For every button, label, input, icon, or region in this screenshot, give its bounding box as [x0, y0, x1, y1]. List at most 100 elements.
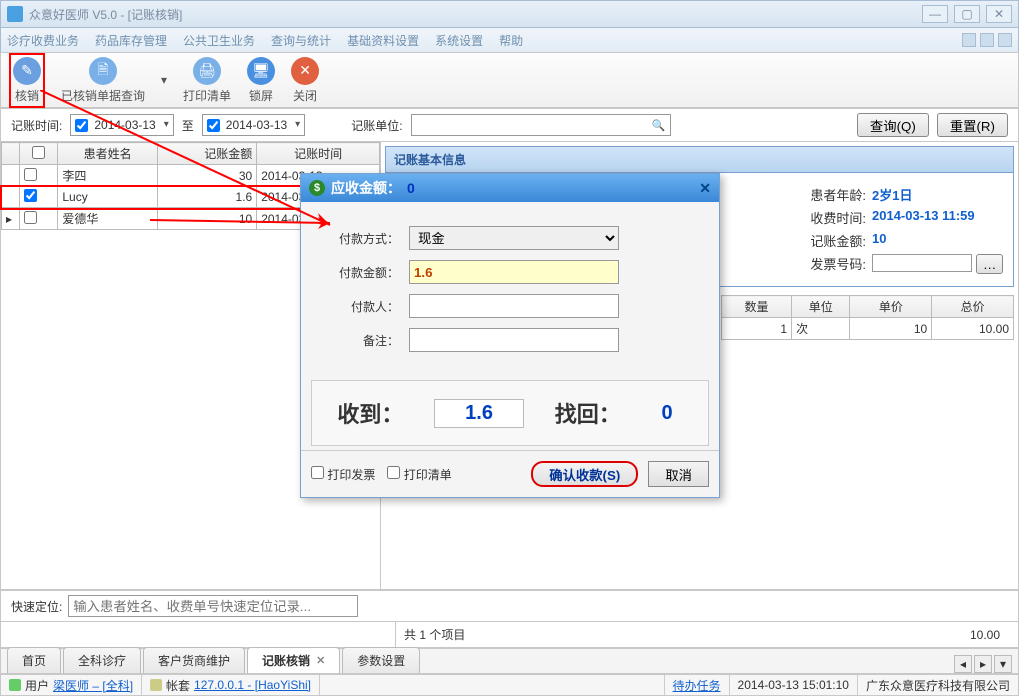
- menu-query[interactable]: 查询与统计: [271, 32, 331, 49]
- tab-next-icon[interactable]: ▸: [974, 655, 992, 673]
- tab-params[interactable]: 参数设置: [342, 647, 420, 673]
- lock-button[interactable]: 🖥 锁屏: [247, 57, 275, 104]
- pay-method-label: 付款方式：: [319, 230, 399, 247]
- date-to-input[interactable]: 2014-03-13: [202, 114, 305, 136]
- verified-query-label: 已核销单据查询: [61, 87, 145, 104]
- minimize-button[interactable]: —: [922, 5, 948, 23]
- invoice-more-button[interactable]: …: [976, 254, 1003, 274]
- mdi-max-icon[interactable]: [980, 33, 994, 47]
- quick-locate-bar: 快速定位:: [0, 590, 1019, 622]
- close-window-button[interactable]: ✕: [986, 5, 1012, 23]
- unit-label: 记账单位:: [351, 117, 402, 134]
- print-list-button[interactable]: 🖨 打印清单: [183, 57, 231, 104]
- query-button[interactable]: 查询(Q): [857, 113, 929, 137]
- maximize-button[interactable]: ▢: [954, 5, 980, 23]
- confirm-payment-button[interactable]: 确认收款(S): [531, 461, 638, 487]
- menu-help[interactable]: 帮助: [499, 32, 523, 49]
- received-value[interactable]: 1.6: [434, 399, 524, 428]
- tab-close-icon[interactable]: ✕: [316, 654, 325, 667]
- print-invoice-check[interactable]: 打印发票: [311, 466, 375, 483]
- row-checkbox[interactable]: [24, 211, 37, 224]
- row-handle: [2, 187, 20, 208]
- print-list-label: 打印清单: [183, 87, 231, 104]
- status-company: 广东众意医疗科技有限公司: [858, 675, 1018, 695]
- tab-clinic[interactable]: 全科诊疗: [63, 647, 141, 673]
- items-row[interactable]: 1 次 10 10.00: [722, 318, 1014, 340]
- tab-home[interactable]: 首页: [7, 647, 61, 673]
- account-value[interactable]: 127.0.0.1 - [HaoYiShi]: [194, 678, 311, 692]
- hexiao-button[interactable]: ✎ 核销: [9, 53, 45, 108]
- quick-label: 快速定位:: [11, 598, 62, 615]
- age-value: 2岁1日: [872, 185, 912, 204]
- col-total[interactable]: 总价: [932, 296, 1014, 318]
- dialog-body: 付款方式： 现金 付款金额： 付款人： 备注：: [301, 202, 719, 376]
- col-unit[interactable]: 单位: [792, 296, 850, 318]
- menubar: 诊疗收费业务 药品库存管理 公共卫生业务 查询与统计 基础资料设置 系统设置 帮…: [0, 28, 1019, 52]
- dialog-close-icon[interactable]: ✕: [699, 180, 711, 197]
- row-handle: [2, 165, 20, 187]
- items-header: 数量 单位 单价 总价: [722, 296, 1014, 318]
- toolbar-caret-icon[interactable]: ▾: [161, 73, 167, 87]
- pay-amount-input[interactable]: [409, 260, 619, 284]
- col-price[interactable]: 单价: [850, 296, 932, 318]
- tab-list-icon[interactable]: ▾: [994, 655, 1012, 673]
- row-checkbox[interactable]: [24, 189, 37, 202]
- payer-input[interactable]: [409, 294, 619, 318]
- invoice-input[interactable]: [872, 254, 972, 272]
- received-label: 收到：: [337, 397, 403, 429]
- quick-input[interactable]: [68, 595, 358, 617]
- col-time[interactable]: 记账时间: [257, 143, 380, 165]
- tab-prev-icon[interactable]: ◂: [954, 655, 972, 673]
- menu-public[interactable]: 公共卫生业务: [183, 32, 255, 49]
- tab-customer[interactable]: 客户货商维护: [143, 647, 245, 673]
- hexiao-label: 核销: [15, 87, 39, 104]
- payer-label: 付款人：: [319, 298, 399, 315]
- toolbar: ✎ 核销 🗎 已核销单据查询 ▾ 🖨 打印清单 🖥 锁屏 ✕ 关闭: [0, 52, 1019, 108]
- col-check[interactable]: [20, 143, 58, 165]
- col-name[interactable]: 患者姓名: [58, 143, 157, 165]
- table-header-row: 患者姓名 记账金额 记账时间: [2, 143, 380, 165]
- menu-system[interactable]: 系统设置: [435, 32, 483, 49]
- summary-total: 10.00: [970, 628, 1010, 642]
- todo-label: 待办任务: [673, 677, 721, 694]
- summary-left: [1, 622, 396, 647]
- tab-hexiao[interactable]: 记账核销✕: [247, 647, 340, 673]
- account-label: 帐套: [166, 677, 190, 694]
- remark-input[interactable]: [409, 328, 619, 352]
- cell-name: 爱德华: [58, 208, 157, 230]
- tab-nav: ◂ ▸ ▾: [954, 655, 1012, 673]
- mdi-close-icon[interactable]: [998, 33, 1012, 47]
- col-amount[interactable]: 记账金额: [157, 143, 256, 165]
- cancel-button[interactable]: 取消: [648, 461, 709, 487]
- col-qty[interactable]: 数量: [722, 296, 792, 318]
- header-checkbox[interactable]: [32, 146, 45, 159]
- hexiao-icon: ✎: [13, 57, 41, 85]
- date-from-checkbox[interactable]: [75, 119, 88, 132]
- status-todo[interactable]: 待办任务: [665, 675, 730, 695]
- invoice-label: 发票号码:: [786, 254, 866, 274]
- reset-button[interactable]: 重置(R): [937, 113, 1008, 137]
- menu-charge[interactable]: 诊疗收费业务: [7, 32, 79, 49]
- charge-time-label: 收费时间:: [786, 208, 866, 227]
- date-to-checkbox[interactable]: [207, 119, 220, 132]
- date-from-input[interactable]: 2014-03-13: [70, 114, 173, 136]
- user-name[interactable]: 梁医师 – [全科]: [53, 677, 133, 694]
- menu-base[interactable]: 基础资料设置: [347, 32, 419, 49]
- close-icon: ✕: [291, 57, 319, 85]
- verified-query-button[interactable]: 🗎 已核销单据查询: [61, 57, 145, 104]
- change-label: 找回：: [555, 397, 621, 429]
- db-icon: [150, 679, 162, 691]
- row-checkbox[interactable]: [24, 168, 37, 181]
- status-user: 用户 梁医师 – [全科]: [1, 675, 142, 695]
- dialog-titlebar[interactable]: $ 应收金额： 0 ✕: [301, 174, 719, 202]
- print-list-check[interactable]: 打印清单: [387, 466, 451, 483]
- menu-stock[interactable]: 药品库存管理: [95, 32, 167, 49]
- cell-qty: 1: [722, 318, 792, 340]
- unit-input[interactable]: [411, 114, 671, 136]
- close-button[interactable]: ✕ 关闭: [291, 57, 319, 104]
- invoice-field[interactable]: [872, 254, 972, 274]
- mdi-min-icon[interactable]: [962, 33, 976, 47]
- window-buttons: — ▢ ✕: [922, 5, 1012, 23]
- pay-amount-label: 付款金额：: [319, 264, 399, 281]
- pay-method-select[interactable]: 现金: [409, 226, 619, 250]
